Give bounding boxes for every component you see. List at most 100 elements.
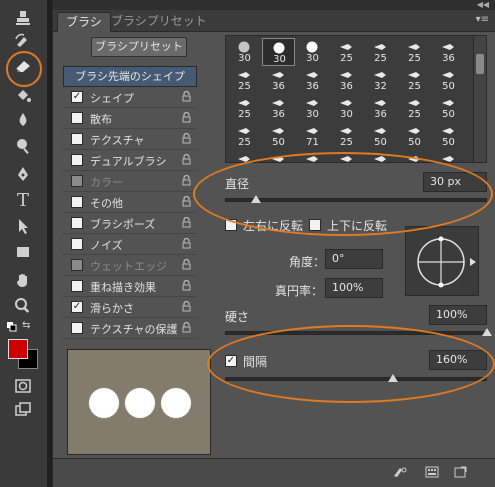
brush-tip[interactable]: 50 [432,94,465,122]
history-brush-icon[interactable] [10,30,36,54]
brush-tip[interactable]: 25 [330,38,363,66]
brush-tip[interactable]: 30 [330,94,363,122]
brush-tip[interactable]: 50 [432,122,465,150]
setting-item[interactable]: 散布 [63,108,197,129]
brush-tip[interactable]: 25 [398,38,431,66]
setting-checkbox[interactable] [71,322,83,334]
setting-checkbox[interactable] [71,112,83,124]
stamp-icon[interactable] [10,6,36,30]
lock-icon[interactable] [182,216,191,228]
angle-roundness-widget[interactable] [405,226,479,296]
brush-tip[interactable]: 25 [228,122,261,150]
brush-tip[interactable]: 36 [262,94,295,122]
lock-icon[interactable] [182,174,191,186]
type-icon[interactable]: T [10,188,36,212]
angle-field[interactable]: 0° [325,249,383,269]
brush-tip[interactable]: 36 [364,94,397,122]
toggle-brush-panel-icon[interactable] [393,466,407,478]
setting-checkbox[interactable] [71,196,83,208]
setting-checkbox[interactable] [71,238,83,250]
brush-tip[interactable]: 20 [398,150,431,162]
brush-tip[interactable]: 25 [398,94,431,122]
setting-checkbox[interactable]: ✓ [71,301,83,313]
brush-tip[interactable]: 50 [228,150,261,162]
path-selection-icon[interactable] [10,214,36,238]
brush-tip[interactable]: 25 [364,38,397,66]
brush-tip[interactable]: 25 [228,94,261,122]
brush-grid-scrollbar[interactable] [473,35,487,163]
brush-tip[interactable]: 30 [296,94,329,122]
screen-mode-icon[interactable] [10,398,36,422]
hardness-slider[interactable] [225,331,487,335]
collapse-icon[interactable]: ◀◀ [477,0,489,9]
setting-item[interactable]: テクスチャ [63,129,197,150]
brush-tip[interactable]: 30 [228,38,261,66]
brush-tip[interactable]: 36 [330,66,363,94]
brush-tip[interactable]: 30 [296,150,329,162]
spacing-field[interactable]: 160% [429,350,487,370]
setting-item[interactable]: ブラシポーズ [63,213,197,234]
flip-y-checkbox[interactable] [309,219,321,231]
tab-brush-preset[interactable]: ブラシプリセット [103,12,215,32]
diameter-slider-thumb[interactable] [251,195,262,203]
setting-checkbox[interactable]: ✓ [71,91,83,103]
setting-item[interactable]: ウェットエッジ [63,255,197,276]
panel-menu-icon[interactable]: ▾≡ [476,14,489,25]
lock-icon[interactable] [182,132,191,144]
setting-item[interactable]: テクスチャの保護 [63,318,197,339]
brush-tip[interactable]: 50 [398,122,431,150]
lock-icon[interactable] [182,258,191,270]
lock-icon[interactable] [182,279,191,291]
brush-tip[interactable]: 71 [296,122,329,150]
setting-checkbox[interactable] [71,133,83,145]
default-colors-icon[interactable] [7,322,17,332]
setting-item[interactable]: ✓ 滑らかさ [63,297,197,318]
spacing-slider[interactable] [225,377,487,381]
lock-icon[interactable] [182,237,191,249]
roundness-field[interactable]: 100% [325,278,383,298]
brush-tip[interactable]: 25 [330,122,363,150]
brush-tip[interactable]: 9 [432,150,465,162]
lock-icon[interactable] [182,153,191,165]
foreground-color-swatch[interactable] [8,339,28,359]
setting-item[interactable]: ノイズ [63,234,197,255]
zoom-icon[interactable] [10,294,36,318]
brush-tip[interactable]: 50 [364,122,397,150]
brush-tip[interactable]: 25 [228,66,261,94]
lock-icon[interactable] [182,111,191,123]
brush-tip[interactable]: 36 [296,66,329,94]
brush-tip[interactable]: 50 [262,122,295,150]
rectangle-icon[interactable] [10,240,36,264]
hardness-slider-thumb[interactable] [482,328,492,336]
setting-checkbox[interactable] [71,175,83,187]
brush-tip[interactable]: 25 [398,66,431,94]
brush-tip[interactable]: 30 [262,38,295,66]
brush-tip[interactable]: 30 [364,150,397,162]
setting-checkbox[interactable] [71,280,83,292]
brush-tip[interactable]: 36 [432,38,465,66]
lock-icon[interactable] [182,321,191,333]
brush-grid-icon[interactable] [425,466,439,478]
spacing-slider-thumb[interactable] [387,374,398,382]
brush-tip-shape-item[interactable]: ブラシ先端のシェイプ [63,66,197,87]
diameter-slider[interactable] [225,198,487,202]
brush-tip[interactable]: 30 [296,38,329,66]
brush-tip[interactable]: 32 [364,66,397,94]
setting-item[interactable]: 重ね描き効果 [63,276,197,297]
brush-tip[interactable]: 36 [262,66,295,94]
eraser-icon[interactable] [10,54,36,78]
setting-checkbox[interactable] [71,217,83,229]
swap-colors-icon[interactable]: ⇆ [22,320,34,332]
pen-icon[interactable] [10,162,36,186]
lock-icon[interactable] [182,195,191,207]
new-brush-icon[interactable] [453,466,467,478]
blur-icon[interactable] [10,108,36,132]
flip-x-checkbox[interactable] [225,219,237,231]
hand-icon[interactable] [10,268,36,292]
setting-checkbox[interactable] [71,154,83,166]
brush-tip[interactable]: 50 [432,66,465,94]
hardness-field[interactable]: 100% [429,305,487,325]
quick-mask-icon[interactable] [10,374,36,398]
setting-item[interactable]: ✓ シェイプ [63,87,197,108]
diameter-field[interactable]: 30 px [423,172,487,192]
